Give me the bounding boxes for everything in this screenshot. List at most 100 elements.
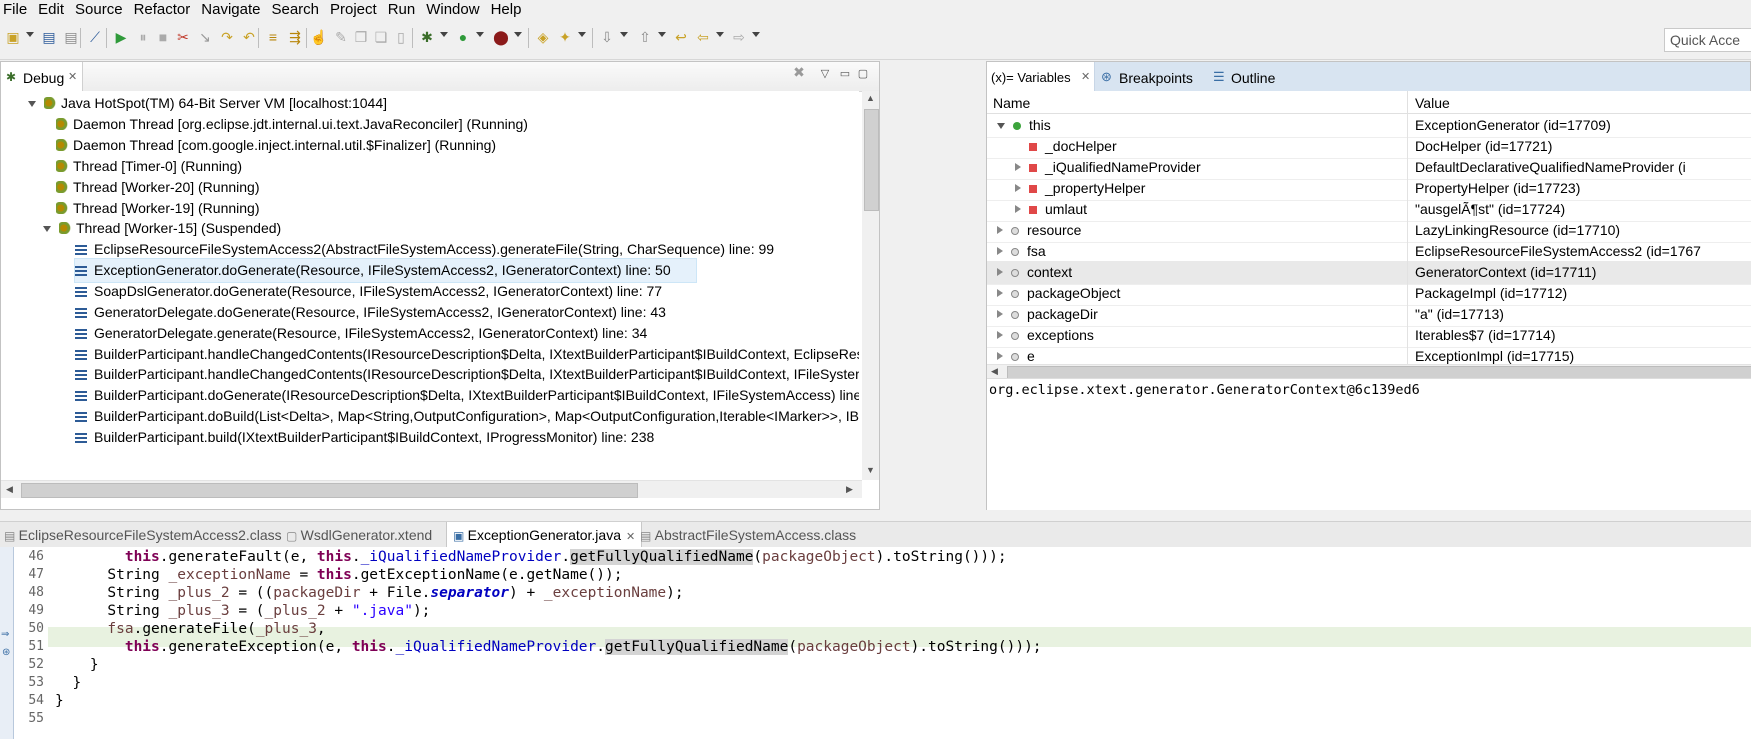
prev-annotation-dropdown-icon[interactable] (658, 32, 666, 37)
debug-dropdown-icon[interactable] (440, 32, 448, 37)
save-icon[interactable]: ▤ (40, 29, 58, 45)
stack-frame[interactable]: GeneratorDelegate.doGenerate(Resource, I… (75, 301, 666, 324)
menu-help[interactable]: Help (491, 0, 522, 18)
quick-access-input[interactable]: Quick Acce (1664, 28, 1751, 52)
stack-frame[interactable]: SoapDslGenerator.doGenerate(Resource, IF… (75, 280, 662, 303)
new-icon[interactable]: ▣ (4, 29, 22, 45)
expand-icon[interactable] (28, 101, 36, 107)
tab-outline[interactable]: ☰ Outline (1213, 62, 1293, 91)
expand-icon[interactable] (997, 247, 1003, 255)
last-edit-icon[interactable]: ↩ (672, 29, 690, 45)
open-type-icon[interactable]: ◈ (534, 29, 552, 45)
menu-run[interactable]: Run (388, 0, 416, 18)
stack-frame[interactable]: EclipseResourceFileSystemAccess2(Abstrac… (75, 238, 774, 261)
external-tools-icon[interactable]: ⬤ (492, 29, 510, 45)
hscroll-thumb[interactable] (21, 483, 638, 498)
menu-source[interactable]: Source (75, 0, 123, 18)
menu-file[interactable]: File (3, 0, 27, 18)
expand-icon[interactable] (1015, 205, 1021, 213)
close-icon[interactable]: ✕ (1081, 70, 1090, 83)
menu-window[interactable]: Window (426, 0, 479, 18)
forward-dropdown-icon[interactable] (752, 32, 760, 37)
breakpoint-icon[interactable]: ⊛ (2, 647, 10, 658)
tab-editor-class[interactable]: ▤ EclipseResourceFileSystemAccess2.class (4, 527, 282, 543)
expand-icon[interactable] (997, 268, 1003, 276)
variable-row[interactable]: e ExceptionImpl (id=17715) (987, 345, 1751, 364)
disconnect-icon[interactable]: ✂ (174, 29, 192, 45)
next-annotation-icon[interactable]: ⇩ (598, 29, 616, 45)
tree-node-thread-suspended[interactable]: Thread [Worker-15] (Suspended) (43, 217, 281, 240)
tree-node-thread[interactable]: Daemon Thread [org.eclipse.jdt.internal.… (56, 113, 528, 136)
expand-icon[interactable] (997, 123, 1005, 129)
scroll-right-icon[interactable]: ▶ (846, 484, 853, 495)
scroll-up-icon[interactable]: ▲ (866, 93, 875, 103)
menu-edit[interactable]: Edit (38, 0, 64, 18)
terminate-icon[interactable]: ■ (154, 29, 172, 45)
resume-icon[interactable]: ▶ (112, 29, 130, 45)
close-icon[interactable]: ✕ (626, 531, 635, 543)
close-icon[interactable]: ✕ (68, 70, 77, 83)
tree-node-thread[interactable]: Daemon Thread [com.google.inject.interna… (56, 134, 496, 157)
column-header-name[interactable]: Name (993, 95, 1030, 111)
tree-node-thread[interactable]: Thread [Worker-20] (Running) (56, 176, 259, 199)
code-editor[interactable]: ⇒ ⊛ 46 47 48 49 50 51 52 53 54 55 this.g… (0, 547, 1751, 739)
scroll-left-icon[interactable]: ◀ (6, 484, 13, 495)
paste-icon[interactable]: ❏ (372, 29, 390, 45)
tab-debug[interactable]: ✱ Debug ✕ (1, 62, 83, 91)
save-all-icon[interactable]: ▤ (62, 29, 80, 45)
tab-editor-xtend[interactable]: ▢ WsdlGenerator.xtend (286, 527, 432, 543)
forward-icon[interactable]: ⇨ (730, 29, 748, 45)
expand-icon[interactable] (1015, 163, 1021, 171)
stack-frame-selected[interactable]: ExceptionGenerator.doGenerate(Resource, … (74, 258, 697, 283)
view-menu-icon[interactable]: ▽ (819, 69, 831, 80)
step-return-icon[interactable]: ↶ (240, 29, 258, 45)
debug-icon[interactable]: ✱ (418, 29, 436, 45)
expand-icon[interactable] (997, 310, 1003, 318)
variable-detail-pane[interactable]: org.eclipse.xtext.generator.GeneratorCon… (987, 378, 1751, 510)
tab-editor-active[interactable]: ▣ ExceptionGenerator.java ✕ (446, 522, 643, 548)
tree-node-thread[interactable]: Thread [Timer-0] (Running) (56, 155, 242, 178)
stack-frame[interactable]: GeneratorDelegate.generate(Resource, IFi… (75, 322, 647, 345)
use-step-filters-icon[interactable]: ⇶ (286, 29, 304, 45)
back-icon[interactable]: ⇦ (694, 29, 712, 45)
prev-annotation-icon[interactable]: ⇧ (636, 29, 654, 45)
vscroll-thumb[interactable] (864, 109, 879, 211)
expand-icon[interactable] (1015, 184, 1021, 192)
expand-icon[interactable] (997, 226, 1003, 234)
expand-icon[interactable] (43, 226, 51, 232)
skip-breakpoints-icon[interactable]: ⟋ (86, 29, 104, 45)
new-dropdown-icon[interactable] (26, 32, 34, 37)
copy-icon[interactable]: ❐ (352, 29, 370, 45)
stack-frame[interactable]: BuilderParticipant.doBuild(List<Delta>, … (75, 405, 859, 428)
pen-icon[interactable]: ✎ (332, 29, 350, 45)
menu-project[interactable]: Project (330, 0, 377, 18)
run-dropdown-icon[interactable] (476, 32, 484, 37)
expand-icon[interactable] (997, 352, 1003, 360)
expand-icon[interactable] (997, 289, 1003, 297)
scroll-left-icon[interactable]: ◀ (991, 366, 998, 377)
search-tool-icon[interactable]: ✦ (556, 29, 574, 45)
search-dropdown-icon[interactable] (578, 32, 586, 37)
stack-frame[interactable]: BuilderParticipant.handleChangedContents… (75, 363, 859, 386)
tab-breakpoints[interactable]: ⊛ Breakpoints (1101, 62, 1201, 91)
stack-frame[interactable]: BuilderParticipant.doGenerate(IResourceD… (75, 384, 859, 407)
run-icon[interactable]: ● (454, 29, 472, 45)
step-over-icon[interactable]: ↷ (218, 29, 236, 45)
tab-editor-class2[interactable]: ▤ AbstractFileSystemAccess.class (640, 527, 856, 543)
menu-search[interactable]: Search (271, 0, 319, 18)
menu-navigate[interactable]: Navigate (201, 0, 260, 18)
minimize-icon[interactable]: ▭ (839, 69, 851, 80)
external-tools-dropdown-icon[interactable] (514, 32, 522, 37)
drop-to-frame-icon[interactable]: ≡ (264, 29, 282, 45)
remove-terminated-icon[interactable]: ✖ (793, 65, 805, 79)
step-into-icon[interactable]: ↘ (196, 29, 214, 45)
next-annotation-dropdown-icon[interactable] (620, 32, 628, 37)
maximize-icon[interactable]: ▢ (857, 69, 869, 80)
toggle-breakpoint-icon[interactable]: ☝ (310, 29, 328, 45)
column-header-value[interactable]: Value (1415, 95, 1450, 111)
watch-icon[interactable]: ▯ (392, 29, 410, 45)
menu-refactor[interactable]: Refactor (134, 0, 191, 18)
tab-variables[interactable]: (x)= Variables ✕ (987, 62, 1095, 91)
stack-frame[interactable]: BuilderParticipant.build(IXtextBuilderPa… (75, 426, 654, 449)
debug-hscrollbar[interactable]: ◀ ▶ (1, 480, 862, 498)
